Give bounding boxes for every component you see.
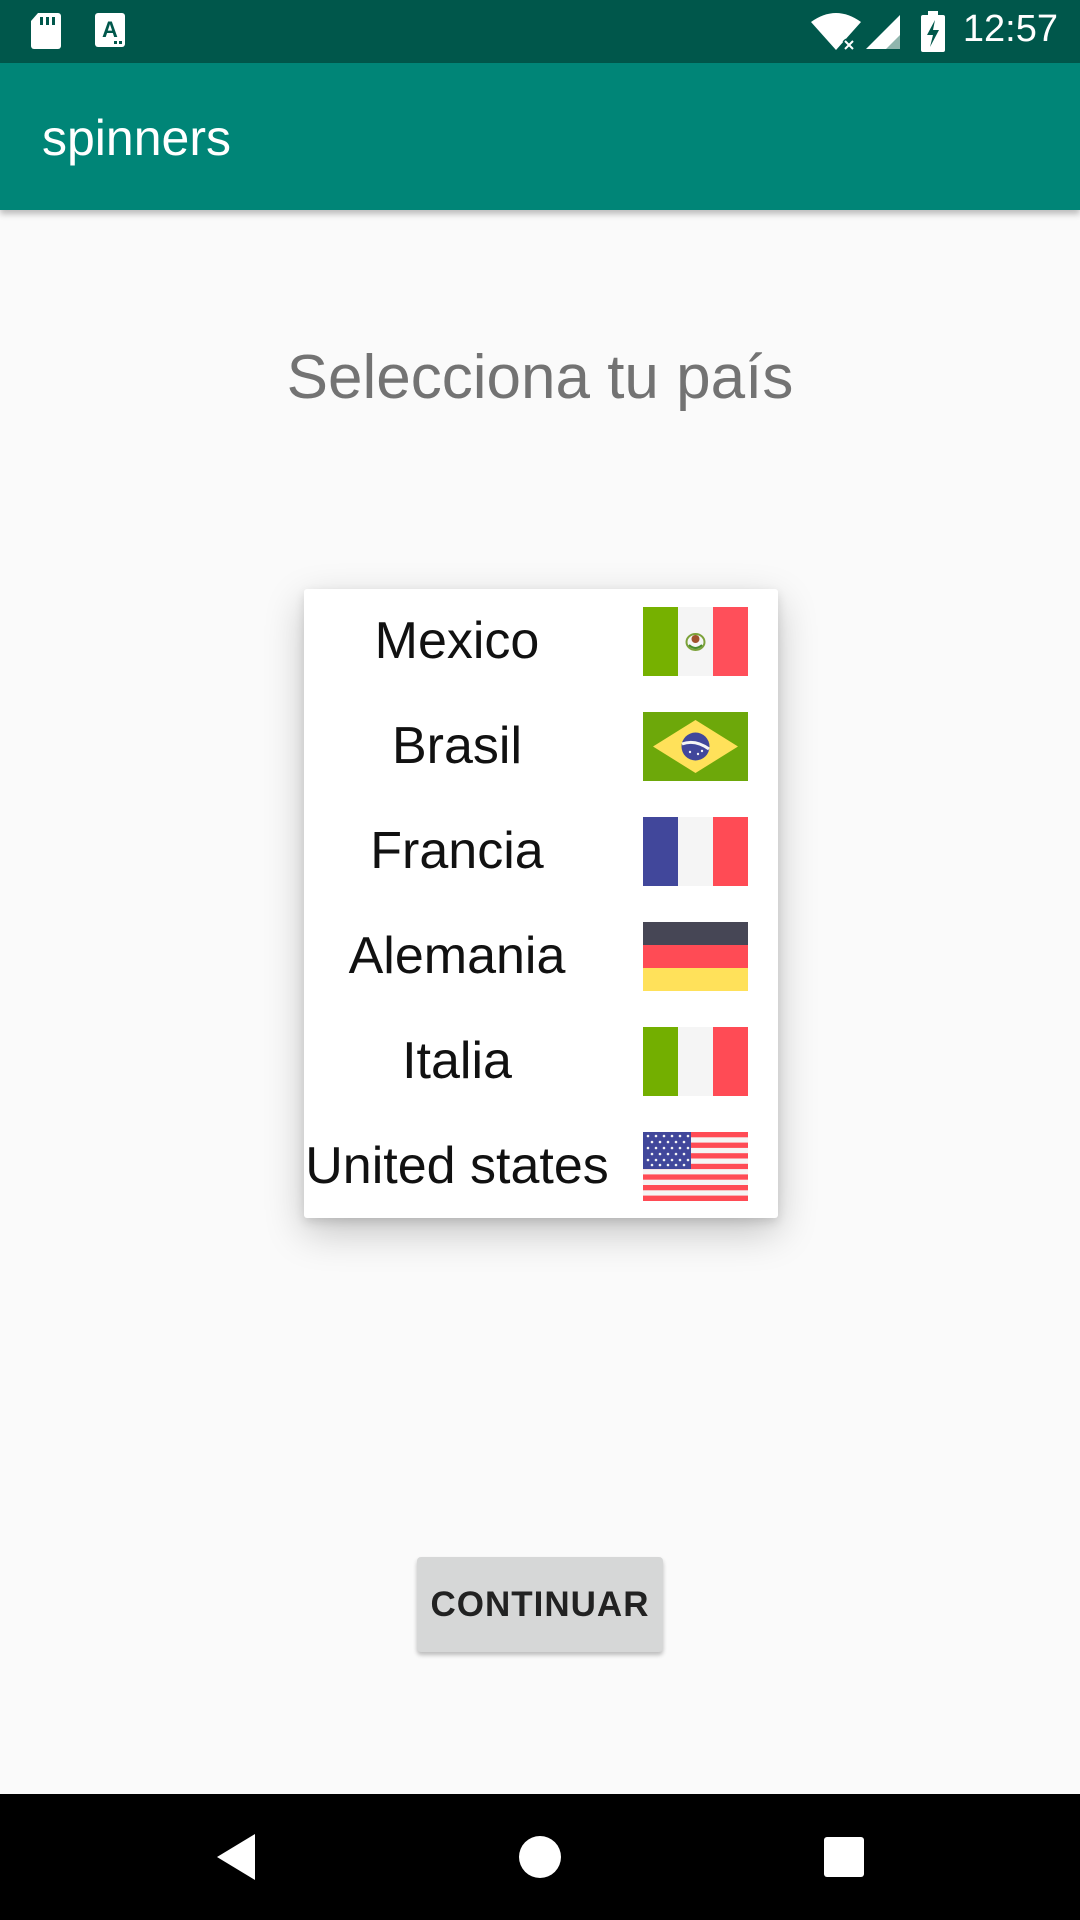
france-flag-icon <box>643 817 748 886</box>
status-time: 12:57 <box>962 8 1058 50</box>
app-title: spinners <box>42 110 231 166</box>
battery-charging-icon <box>920 11 946 58</box>
signal-icon <box>864 12 902 55</box>
dropdown-item-label: Francia <box>370 822 544 880</box>
dropdown-item-label: Mexico <box>374 612 540 670</box>
back-icon[interactable] <box>202 1822 272 1892</box>
dropdown-item-brasil[interactable]: Brasil <box>304 694 778 799</box>
dropdown-item-label: Brasil <box>391 717 523 775</box>
dropdown-item-label: Alemania <box>348 927 566 985</box>
germany-flag-icon <box>643 922 748 991</box>
dropdown-item-mexico[interactable]: Mexico <box>304 589 778 694</box>
page-heading: Selecciona tu país <box>286 343 794 412</box>
screen: A 12:57 spinners Selecciona tu país Mexi… <box>0 0 1080 1920</box>
svg-text:A: A <box>102 17 118 42</box>
italy-flag-icon <box>643 1027 748 1096</box>
brazil-flag-icon <box>643 712 748 781</box>
usa-flag-icon <box>643 1132 748 1201</box>
sd-card-icon <box>30 12 62 55</box>
wifi-icon <box>810 12 862 57</box>
dropdown-item-italia[interactable]: Italia <box>304 1009 778 1114</box>
home-icon[interactable] <box>505 1822 575 1892</box>
app-bar: spinners <box>0 63 1080 210</box>
dropdown-item-label: Italia <box>402 1032 512 1090</box>
dropdown-item-francia[interactable]: Francia <box>304 799 778 904</box>
navigation-bar <box>0 1794 1080 1920</box>
recents-icon[interactable] <box>809 1822 879 1892</box>
status-bar: A 12:57 <box>0 0 1080 63</box>
country-dropdown: Mexico Brasil Francia Alemania Italia Un… <box>304 589 778 1218</box>
dropdown-item-united-states[interactable]: United states <box>304 1114 778 1219</box>
dropdown-item-label: United states <box>305 1137 609 1195</box>
keyboard-a-icon: A <box>94 12 126 53</box>
dropdown-item-alemania[interactable]: Alemania <box>304 904 778 1009</box>
continue-button[interactable]: CONTINUAR <box>417 1557 663 1652</box>
mexico-flag-icon <box>643 607 748 676</box>
